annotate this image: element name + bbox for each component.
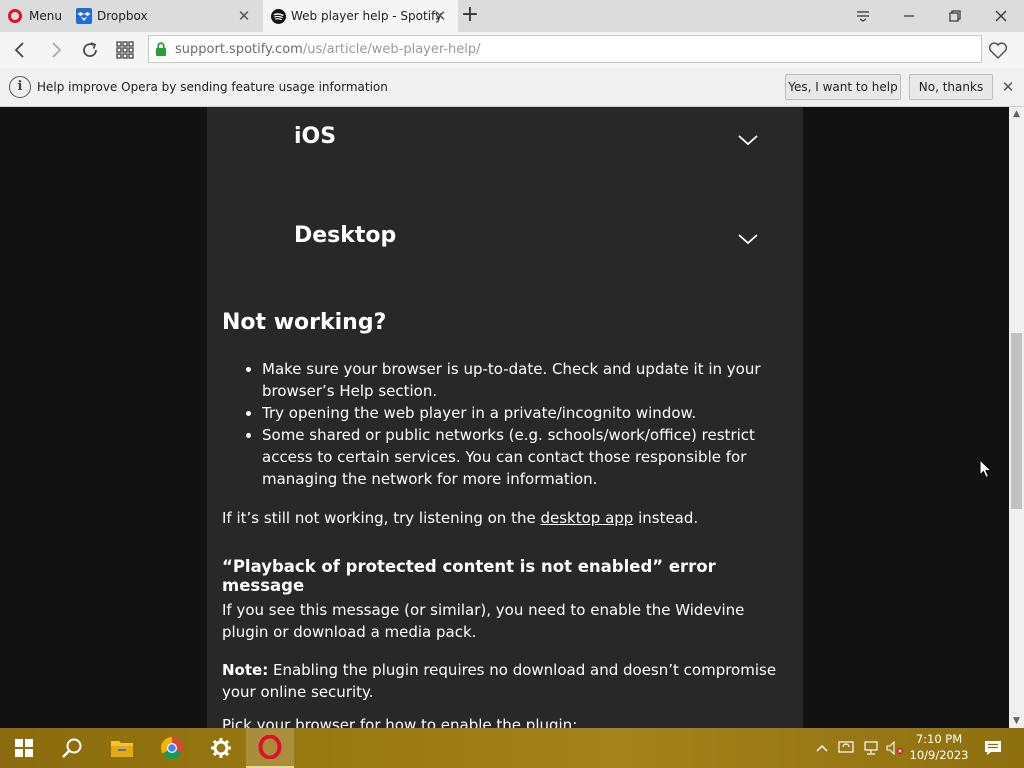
- back-button[interactable]: [6, 36, 34, 64]
- folder-icon: [111, 741, 133, 757]
- feedback-infobar: i Help improve Opera by sending feature …: [0, 68, 1024, 107]
- accordion-title: Desktop: [294, 223, 397, 248]
- close-icon: [995, 10, 1007, 22]
- clock-time: 7:10 PM: [915, 732, 963, 746]
- start-button[interactable]: [0, 728, 48, 768]
- desktop-app-link[interactable]: desktop app: [540, 509, 633, 527]
- accordion-desktop[interactable]: Desktop: [294, 223, 759, 263]
- bookmark-button[interactable]: [986, 38, 1010, 62]
- heart-icon: [988, 42, 1008, 60]
- scroll-up-icon[interactable]: ▲: [1009, 107, 1024, 121]
- opera-logo-icon: [8, 9, 22, 23]
- back-arrow-icon: [14, 42, 24, 58]
- playback-error-heading: “Playback of protected content is not en…: [222, 557, 716, 595]
- notification-icon: [985, 741, 1001, 755]
- text-segment: If it’s still not working, try listening…: [222, 509, 541, 527]
- show-hidden-icons-button[interactable]: [814, 728, 830, 768]
- tab-spotify[interactable]: Web player help - Spotify ✕: [263, 0, 458, 32]
- close-icon[interactable]: ✕: [999, 78, 1017, 96]
- dropbox-icon: [76, 8, 92, 24]
- close-window-button[interactable]: [978, 0, 1024, 32]
- url-host: support.spotify.com: [175, 41, 303, 57]
- menu-label: Menu: [29, 9, 62, 23]
- opera-menu-button[interactable]: Menu: [0, 0, 66, 32]
- opera-taskbar-button[interactable]: [246, 728, 294, 768]
- chrome-button[interactable]: [148, 728, 196, 768]
- tray-update-button[interactable]: [836, 728, 856, 768]
- speed-dial-button[interactable]: [111, 36, 139, 64]
- search-icon: [62, 738, 82, 758]
- info-icon: i: [9, 76, 31, 98]
- chevron-down-icon: [738, 234, 758, 245]
- lock-icon: [156, 42, 166, 56]
- infobar-message: Help improve Opera by sending feature us…: [37, 80, 388, 94]
- restore-icon: [949, 10, 961, 22]
- close-tab-icon[interactable]: ✕: [236, 7, 252, 25]
- reload-icon: [83, 42, 97, 57]
- url-path: /us/article/web-player-help/: [302, 41, 481, 57]
- navigation-bar: support.spotify.com/us/article/web-playe…: [0, 32, 1024, 68]
- scrollbar-thumb[interactable]: [1011, 333, 1022, 509]
- not-working-heading: Not working?: [222, 310, 387, 335]
- troubleshooting-list: Make sure your browser is up-to-date. Ch…: [222, 358, 782, 490]
- windows-logo-icon: [15, 739, 33, 757]
- accordion-title: iOS: [294, 124, 337, 149]
- list-item: Try opening the web player in a private/…: [222, 402, 782, 424]
- minimize-icon: [904, 15, 914, 17]
- scroll-down-icon[interactable]: ▼: [1009, 714, 1024, 728]
- clock-date: 10/9/2023: [909, 748, 969, 762]
- chrome-icon: [161, 737, 183, 759]
- article: iOS Desktop Not working? Make sure your …: [207, 107, 803, 728]
- mouse-cursor-icon: [979, 459, 993, 479]
- list-item: Make sure your browser is up-to-date. Ch…: [222, 358, 782, 402]
- tab-list-icon: [857, 11, 869, 22]
- tab-title: Dropbox: [97, 9, 148, 23]
- no-thanks-button[interactable]: No, thanks: [909, 74, 993, 100]
- vertical-scrollbar[interactable]: ▲ ▼: [1009, 107, 1024, 728]
- page-viewport: iOS Desktop Not working? Make sure your …: [0, 107, 1009, 728]
- cut-off-text: Pick your browser for how to enable the …: [222, 716, 578, 728]
- yes-help-button[interactable]: Yes, I want to help: [785, 74, 901, 100]
- tab-dropbox[interactable]: Dropbox ✕: [68, 0, 262, 32]
- minimize-button[interactable]: [886, 0, 932, 32]
- still-not-working-text: If it’s still not working, try listening…: [222, 507, 792, 529]
- restore-button[interactable]: [932, 0, 978, 32]
- note-text: Enabling the plugin requires no download…: [222, 661, 777, 701]
- address-field[interactable]: support.spotify.com/us/article/web-playe…: [148, 35, 982, 63]
- list-item: Some shared or public networks (e.g. sch…: [222, 424, 782, 490]
- opera-icon: [258, 735, 282, 759]
- new-tab-button[interactable]: +: [458, 4, 482, 28]
- windows-taskbar: 7:10 PM 10/9/2023: [0, 728, 1024, 768]
- note-label: Note:: [222, 661, 269, 679]
- volume-muted-icon: [886, 741, 904, 755]
- network-button[interactable]: [861, 728, 881, 768]
- update-icon: [838, 741, 854, 753]
- forward-button[interactable]: [42, 36, 70, 64]
- tab-bar: Menu Dropbox ✕ Web player help - Spotify…: [0, 0, 1024, 32]
- gear-icon: [211, 738, 231, 758]
- close-tab-icon[interactable]: ✕: [432, 7, 448, 25]
- chevron-up-icon: [816, 745, 828, 752]
- volume-button[interactable]: [884, 728, 906, 768]
- grid-icon: [116, 41, 134, 59]
- tab-title: Web player help - Spotify: [291, 9, 443, 23]
- widevine-paragraph: If you see this message (or similar), yo…: [222, 601, 745, 641]
- accordion-ios[interactable]: iOS: [294, 124, 759, 164]
- note-paragraph: Note: Enabling the plugin requires no do…: [222, 659, 792, 703]
- forward-arrow-icon: [52, 42, 62, 58]
- network-icon: [864, 741, 878, 755]
- action-center-button[interactable]: [980, 728, 1006, 768]
- settings-button[interactable]: [197, 728, 245, 768]
- system-clock[interactable]: 7:10 PM 10/9/2023: [905, 731, 973, 763]
- file-explorer-button[interactable]: [98, 728, 146, 768]
- text-segment: instead.: [633, 509, 699, 527]
- tab-menu-button[interactable]: [840, 0, 886, 32]
- chevron-down-icon: [738, 135, 758, 146]
- search-button[interactable]: [48, 728, 96, 768]
- spotify-icon: [271, 8, 286, 24]
- reload-button[interactable]: [76, 36, 104, 64]
